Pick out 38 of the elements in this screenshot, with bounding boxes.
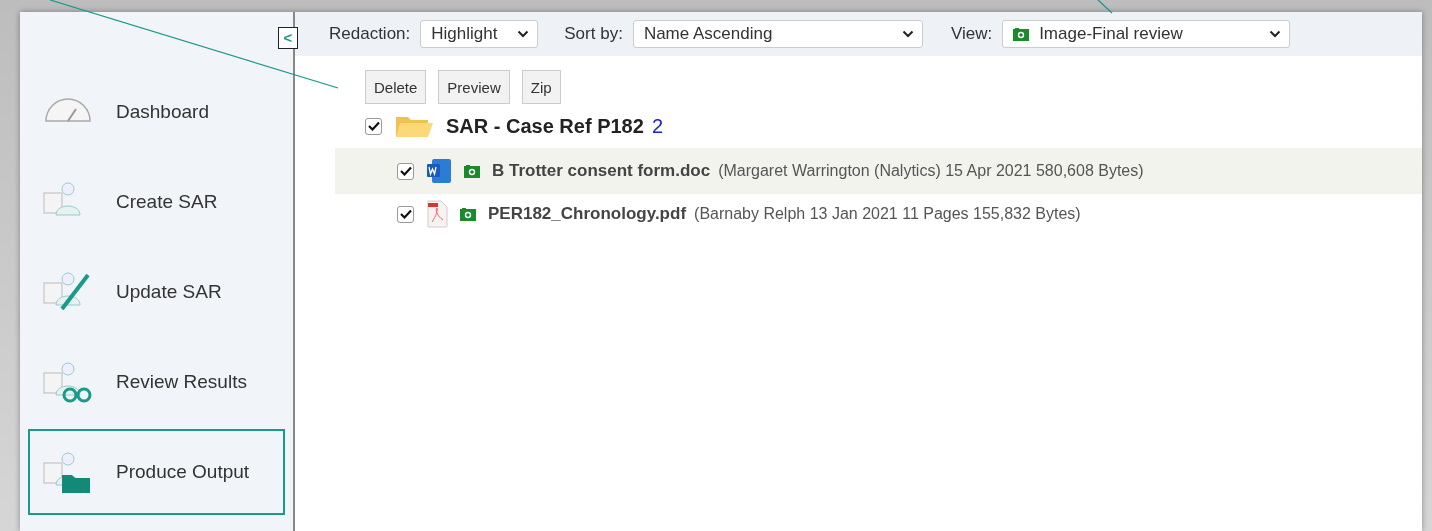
- checkbox[interactable]: [365, 117, 382, 135]
- redaction-label: Redaction:: [329, 24, 411, 44]
- camera-icon: [464, 164, 480, 178]
- caret-icon: [1269, 30, 1282, 38]
- check-icon: [399, 166, 412, 176]
- sidebar-item[interactable]: Update SAR: [28, 249, 285, 335]
- checkbox[interactable]: [397, 162, 414, 180]
- sidebar-item[interactable]: Create SAR: [28, 159, 285, 245]
- view-select[interactable]: Image-Final review: [1002, 20, 1291, 48]
- folder-name: SAR - Case Ref P182: [446, 114, 644, 138]
- file-row[interactable]: B Trotter consent form.doc (Margaret Warrington (Nalytics) 15 Apr 2021 580,608 Bytes): [335, 148, 1422, 194]
- redaction-select[interactable]: Highlight: [420, 20, 539, 48]
- leader-line: [1097, 0, 1113, 14]
- check-icon: [399, 209, 412, 219]
- action-button[interactable]: Zip: [521, 70, 561, 104]
- file-name: B Trotter consent form.doc: [492, 161, 711, 181]
- sidebar-item[interactable]: Review Results: [28, 339, 285, 425]
- sidebar-item[interactable]: Dashboard: [28, 69, 285, 155]
- camera-icon: [1013, 27, 1030, 41]
- check-icon: [367, 121, 380, 131]
- camera-icon: [460, 207, 476, 221]
- word-document-icon: [426, 158, 452, 184]
- action-button[interactable]: Preview: [438, 70, 510, 104]
- checkbox[interactable]: [397, 205, 414, 223]
- sidebar-item[interactable]: Produce Output: [28, 429, 285, 515]
- file-row[interactable]: PER182_Chronology.pdf (Barnaby Relph 13 Jan 2021 11 Pages 155,832 Bytes): [335, 194, 1422, 234]
- pdf-document-icon: [426, 200, 448, 228]
- collapse-button[interactable]: <: [278, 27, 298, 49]
- file-details: (Margaret Warrington (Nalytics) 15 Apr 2021 580,608 Bytes): [718, 162, 1144, 180]
- file-details: (Barnaby Relph 13 Jan 2021 11 Pages 155,832 Bytes): [694, 205, 1081, 223]
- sort-label: Sort by:: [564, 24, 623, 44]
- file-name: PER182_Chronology.pdf: [488, 204, 687, 224]
- caret-icon: [901, 30, 914, 38]
- caret-icon: [517, 30, 530, 38]
- action-button[interactable]: Delete: [365, 70, 427, 104]
- sort-select[interactable]: Name Ascending: [632, 20, 923, 48]
- file-count: 2: [651, 114, 663, 138]
- view-label: View:: [950, 24, 993, 44]
